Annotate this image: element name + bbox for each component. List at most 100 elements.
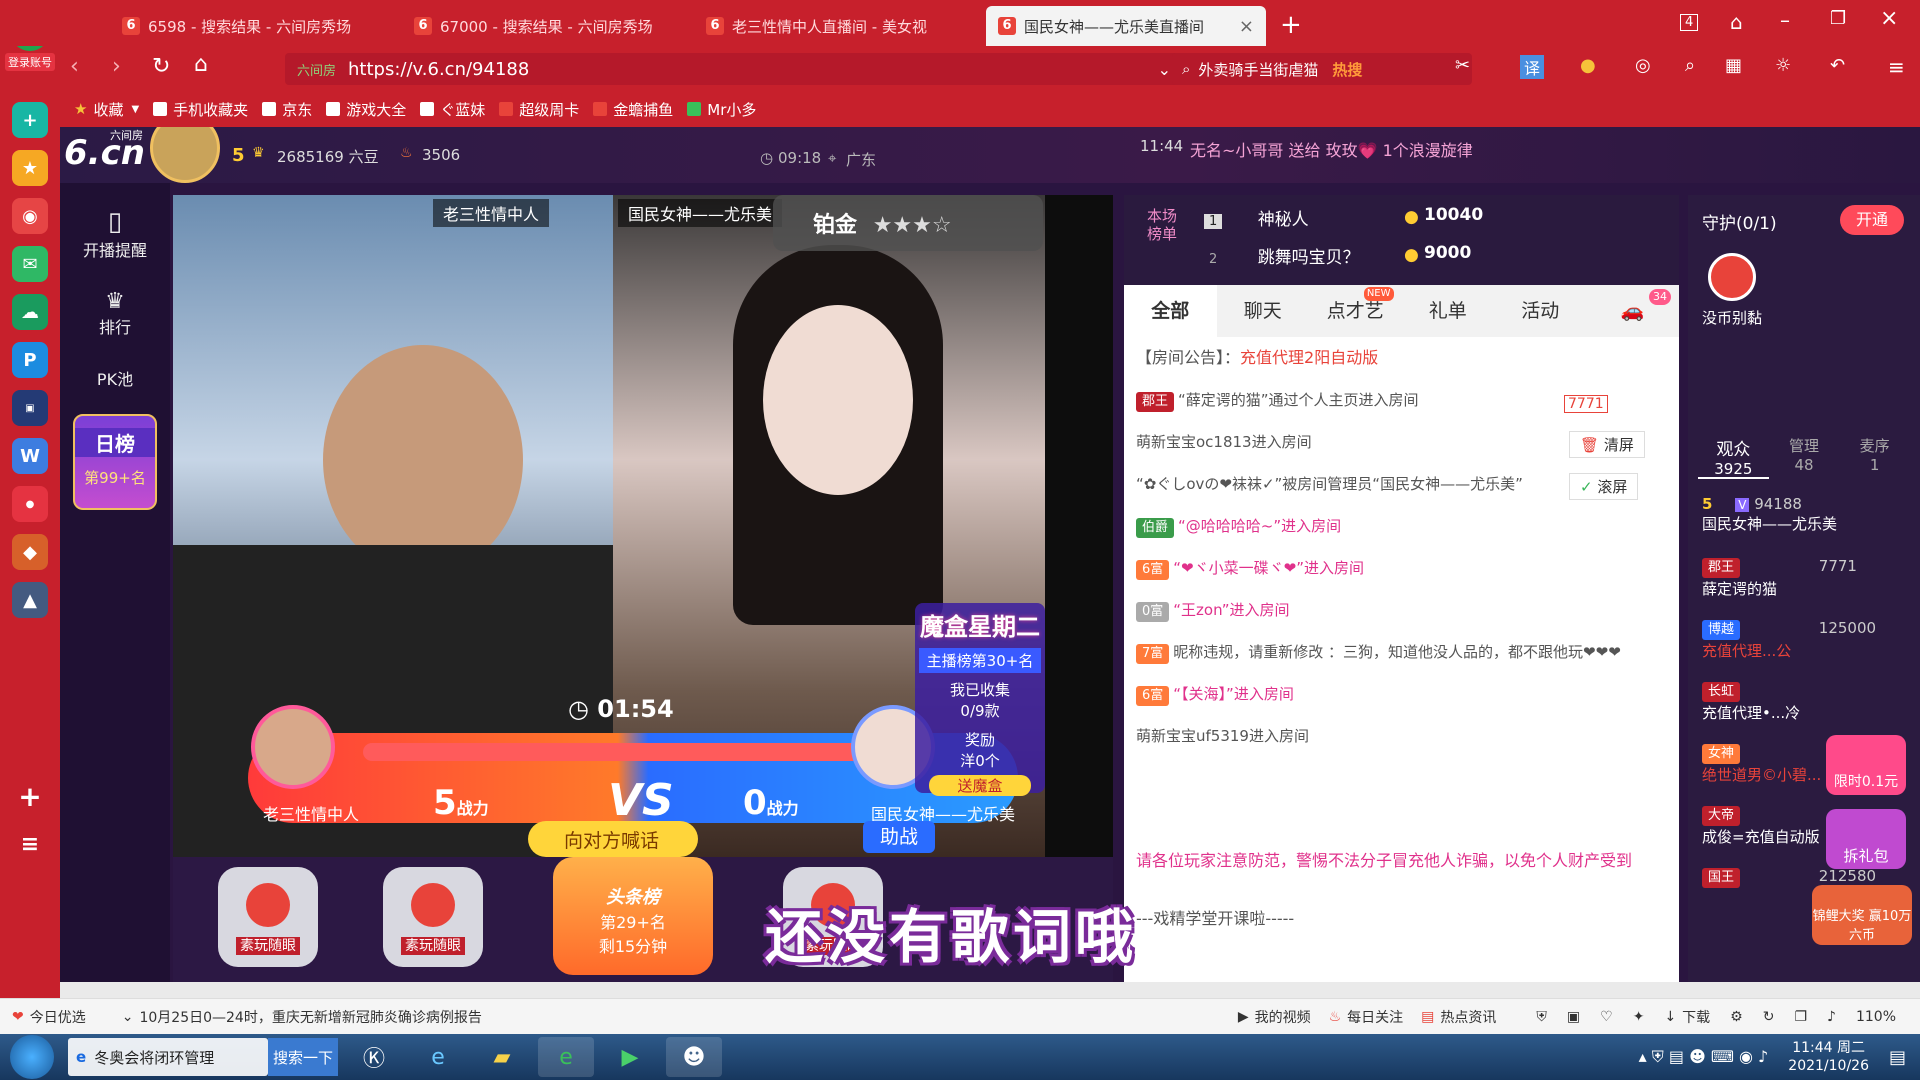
taskbar-search[interactable]: e 冬奥会将闭环管理 — [68, 1038, 268, 1076]
app-face-icon[interactable]: ☻ — [666, 1037, 722, 1077]
start-button[interactable] — [10, 1035, 54, 1079]
promo-giftpack[interactable]: 拆礼包 — [1826, 809, 1906, 869]
event-panel[interactable]: 魔盒星期二 主播榜第30+名 我已收集 0/9款 奖励 洋0个 送魔盒 — [915, 603, 1045, 796]
doc-icon[interactable]: W — [12, 438, 48, 474]
bookmark-item[interactable]: 手机收藏夹 — [153, 99, 248, 120]
star-app-icon[interactable]: ★ — [12, 150, 48, 186]
undo-icon[interactable]: ↶ — [1830, 55, 1845, 76]
game-app-icon[interactable]: ▣ — [12, 390, 48, 426]
search-go-button[interactable]: 搜索一下 — [268, 1038, 338, 1076]
clock[interactable]: 11:44 周二 2021/10/26 — [1788, 1039, 1869, 1075]
shout-button[interactable]: 向对方喊话 — [528, 821, 698, 857]
ie-browser-icon[interactable]: e — [410, 1037, 466, 1077]
clear-screen-button[interactable]: 🗑 清屏 — [1569, 431, 1645, 458]
live-video[interactable]: 老三性情中人 国民女神——尤乐美 铂金 ★★★☆ ◷ 01:54 老三性情中人 … — [173, 195, 1113, 857]
bookmark-item[interactable]: 游戏大全 — [326, 99, 406, 120]
open-guard-button[interactable]: 开通 — [1840, 205, 1904, 235]
browser-task-icon[interactable]: e — [538, 1037, 594, 1077]
list-item[interactable]: 5 V 94188 国民女神——尤乐美 — [1702, 495, 1902, 557]
tab-activity[interactable]: 活动 — [1494, 285, 1587, 337]
image-icon[interactable]: ▣ — [1567, 1009, 1580, 1025]
download-link[interactable]: 下载 — [1682, 1007, 1710, 1027]
tray-icons[interactable]: ▴ ⛨ ▤ ☻ ⌨ ◉ ♪ — [1639, 1047, 1769, 1067]
login-button[interactable]: 登录账号 — [5, 53, 55, 71]
close-tab-icon[interactable]: × — [1239, 16, 1254, 37]
send-box-button[interactable]: 送魔盒 — [929, 775, 1031, 796]
list-item[interactable]: 郡王 7771 薛定谔的猫 — [1702, 557, 1902, 619]
gift-item[interactable]: 素玩随眼 — [383, 867, 483, 967]
ranking-button[interactable]: ♛ 排行 — [60, 275, 170, 352]
bookmark-item[interactable]: Mr小多 — [687, 99, 756, 120]
game3-icon[interactable]: ▲ — [12, 582, 48, 618]
gamepad-icon[interactable]: ◎ — [1635, 55, 1651, 76]
horizontal-scrollbar[interactable] — [60, 982, 1920, 998]
bookmark-item[interactable]: ぐ蓝妹 — [420, 99, 485, 120]
translate-icon[interactable]: 译 — [1520, 55, 1545, 79]
home-icon[interactable]: ⌂ — [194, 52, 208, 77]
coin-icon[interactable]: ● — [1580, 55, 1596, 76]
chevron-down-icon[interactable]: ⌄ — [1158, 60, 1171, 79]
list-item[interactable]: 博越 125000 充值代理...公 — [1702, 619, 1902, 681]
scissors-icon[interactable]: ✂ — [1455, 55, 1470, 76]
tab-3[interactable]: 6 老三性情中人直播间 - 美女视 — [694, 6, 984, 46]
refresh-icon[interactable]: ↻ — [152, 54, 170, 79]
menu-icon[interactable]: ≡ — [1888, 55, 1905, 79]
promo-limited[interactable]: 限时0.1元 — [1826, 735, 1906, 795]
shield-icon[interactable]: ⛨ — [1536, 1009, 1547, 1025]
mail-icon[interactable]: ✉ — [12, 246, 48, 282]
minimize-icon[interactable]: – — [1780, 8, 1790, 32]
zoom-level[interactable]: 110% — [1856, 1009, 1896, 1025]
tab-gifts[interactable]: 礼单 — [1402, 285, 1495, 337]
rank-row-2[interactable]: 2 跳舞吗宝贝？ ● 9000 — [1204, 243, 1664, 273]
maximize-icon[interactable]: ❐ — [1830, 8, 1846, 29]
back-icon[interactable]: ‹ — [70, 54, 79, 79]
tab-audience[interactable]: 观众 3925 — [1698, 435, 1769, 479]
close-window-icon[interactable]: × — [1880, 6, 1898, 31]
daily-link[interactable]: 每日关注 — [1347, 1007, 1403, 1027]
bookmark-favorites[interactable]: ★ 收藏 ▼ — [74, 99, 139, 120]
folder-icon[interactable]: ▰ — [474, 1037, 530, 1077]
hot-link[interactable]: 热点资讯 — [1440, 1007, 1496, 1027]
headline-rank-card[interactable]: 头条榜 第29+名 剩15分钟 — [553, 857, 713, 975]
search-input[interactable]: ⌕ 外卖骑手当街虐猫 热搜 — [1172, 53, 1472, 85]
player-icon[interactable]: ▶ — [602, 1037, 658, 1077]
guard-avatar[interactable] — [1708, 253, 1756, 301]
daily-rank-card[interactable]: 日榜 第99+名 — [73, 414, 157, 510]
tab-2[interactable]: 6 67000 - 搜索结果 - 六间房秀场 — [402, 6, 692, 46]
tab-mic-queue[interactable]: 麦序 1 — [1839, 435, 1910, 479]
heart-outline-icon[interactable]: ♡ — [1600, 1009, 1613, 1025]
tab-count-icon[interactable]: 4 — [1680, 14, 1699, 31]
tab-admin[interactable]: 管理 48 — [1769, 435, 1840, 479]
left-pk-avatar[interactable] — [251, 705, 335, 789]
gift-item[interactable]: 素玩随眼 — [218, 867, 318, 967]
tool-icon[interactable]: ✦ — [1633, 1009, 1645, 1025]
sun-icon[interactable]: ☼ — [1775, 55, 1791, 76]
game2-icon[interactable]: ◆ — [12, 534, 48, 570]
bookmark-item[interactable]: 京东 — [262, 99, 312, 120]
list-item[interactable]: 长虹 充值代理•...冷 — [1702, 681, 1902, 743]
p-app-icon[interactable]: P — [12, 342, 48, 378]
cloud-icon[interactable]: ☁ — [12, 294, 48, 330]
bookmark-item[interactable]: 超级周卡 — [499, 99, 579, 120]
pk-pool-button[interactable]: PK池 — [60, 352, 170, 404]
shirt-icon[interactable]: ⌂ — [1730, 10, 1743, 34]
live-reminder-button[interactable]: ▯ 开播提醒 — [60, 193, 170, 275]
bookmark-item[interactable]: 金蟾捕鱼 — [593, 99, 673, 120]
promo-koi[interactable]: 锦鲤大奖 赢10万六币 — [1812, 885, 1912, 945]
refresh-icon[interactable]: ↻ — [1763, 1009, 1775, 1025]
my-video-link[interactable]: 我的视频 — [1255, 1007, 1311, 1027]
volume-icon[interactable]: ♪ — [1827, 1009, 1836, 1025]
tab-chat[interactable]: 聊天 — [1217, 285, 1310, 337]
zoom-icon[interactable]: ⌕ — [1685, 55, 1695, 76]
grid-icon[interactable]: ▦ — [1725, 55, 1742, 76]
today-pick[interactable]: 今日优选 — [30, 1007, 86, 1027]
tab-talent[interactable]: 点才艺 NEW — [1309, 285, 1402, 337]
add-icon[interactable]: + — [12, 778, 48, 814]
app-red-icon[interactable]: ● — [12, 486, 48, 522]
forward-icon[interactable]: › — [112, 54, 121, 79]
tab-4-active[interactable]: 6 国民女神——尤乐美直播间 × — [986, 6, 1266, 46]
rank-row-1[interactable]: 1 神秘人 ● 10040 — [1204, 205, 1664, 235]
weibo-icon[interactable]: ◉ — [12, 198, 48, 234]
scroll-lock-button[interactable]: ✓ 滚屏 — [1569, 473, 1639, 500]
new-tab-icon[interactable]: + — [1280, 10, 1302, 40]
